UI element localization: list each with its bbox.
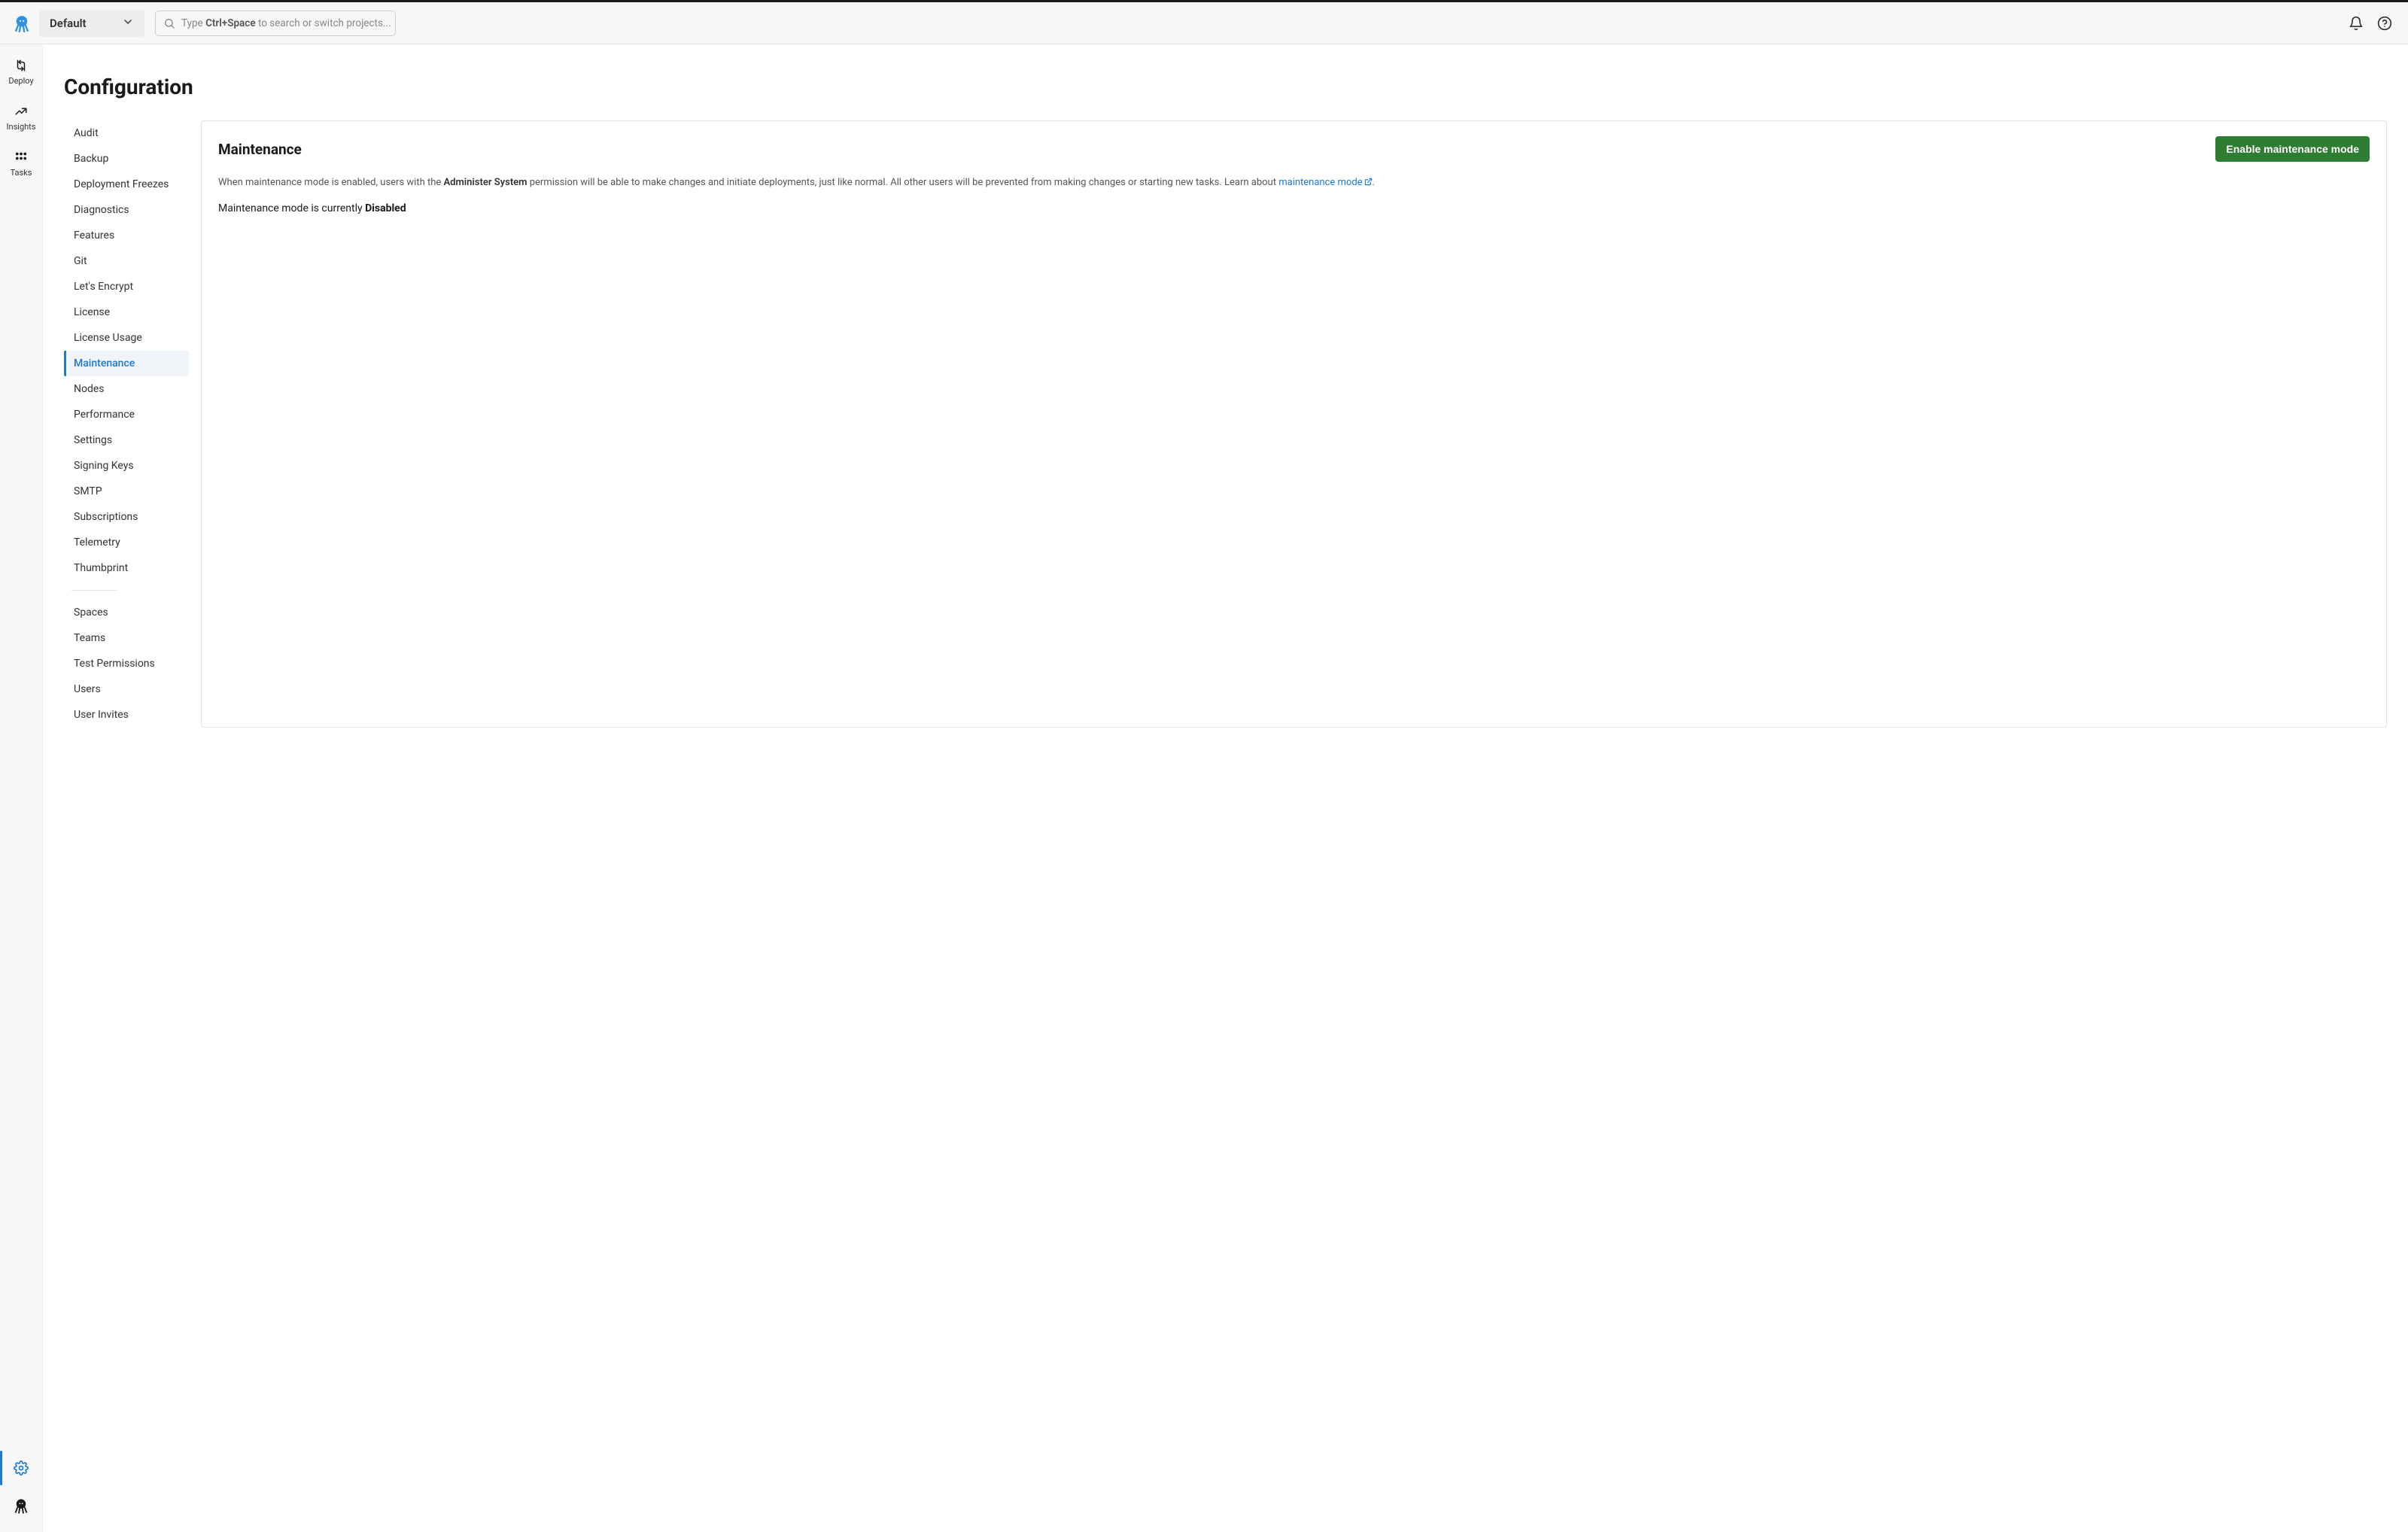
rail-item-user[interactable] <box>0 1487 42 1524</box>
desc-text: When maintenance mode is enabled, users … <box>218 177 443 188</box>
rail-label: Deploy <box>8 76 33 86</box>
rail-item-tasks[interactable]: Tasks <box>0 150 42 178</box>
config-nav-item-telemetry[interactable]: Telemetry <box>64 530 189 555</box>
config-nav-item-spaces[interactable]: Spaces <box>64 600 189 625</box>
rail-item-configuration[interactable] <box>0 1449 42 1487</box>
config-nav-item-features[interactable]: Features <box>64 223 189 248</box>
nav-divider <box>71 590 117 591</box>
config-nav-item-teams[interactable]: Teams <box>64 625 189 651</box>
enable-maintenance-button[interactable]: Enable maintenance mode <box>2215 136 2370 162</box>
config-nav-item-users[interactable]: Users <box>64 676 189 702</box>
status-prefix: Maintenance mode is currently <box>218 202 365 214</box>
desc-bold: Administer System <box>443 177 527 188</box>
maintenance-mode-link[interactable]: maintenance mode <box>1278 177 1372 188</box>
maintenance-panel: Maintenance Enable maintenance mode When… <box>201 120 2387 728</box>
maintenance-status: Maintenance mode is currently Disabled <box>218 202 2370 214</box>
panel-title: Maintenance <box>218 141 302 158</box>
main-content: Configuration AuditBackupDeployment Free… <box>42 44 2408 1532</box>
config-nav-item-user-invites[interactable]: User Invites <box>64 702 189 728</box>
topbar: Default Type Ctrl+Space to search or swi… <box>0 2 2408 44</box>
config-nav-item-nodes[interactable]: Nodes <box>64 376 189 402</box>
left-rail: Deploy Insights Tasks <box>0 44 42 1532</box>
help-button[interactable] <box>2370 9 2399 38</box>
search-icon <box>163 17 175 29</box>
config-nav-item-license[interactable]: License <box>64 299 189 325</box>
config-nav-item-signing-keys[interactable]: Signing Keys <box>64 453 189 479</box>
status-value: Disabled <box>365 202 406 214</box>
config-nav-item-thumbprint[interactable]: Thumbprint <box>64 555 189 581</box>
desc-text: permission will be able to make changes … <box>527 177 1278 188</box>
deploy-icon <box>14 58 28 73</box>
search-placeholder: Type Ctrl+Space to search or switch proj… <box>181 17 391 29</box>
app-logo[interactable] <box>9 11 35 36</box>
config-nav-item-deployment-freezes[interactable]: Deployment Freezes <box>64 172 189 197</box>
config-nav-item-subscriptions[interactable]: Subscriptions <box>64 504 189 530</box>
page-title: Configuration <box>64 74 2387 99</box>
config-nav-item-let-s-encrypt[interactable]: Let's Encrypt <box>64 274 189 299</box>
config-nav-item-performance[interactable]: Performance <box>64 402 189 427</box>
insights-icon <box>14 104 28 119</box>
gear-icon <box>14 1461 29 1476</box>
chevron-down-icon <box>122 16 134 31</box>
link-text: maintenance mode <box>1278 177 1362 188</box>
help-icon <box>2377 16 2392 31</box>
config-nav: AuditBackupDeployment FreezesDiagnostics… <box>64 120 189 728</box>
config-nav-item-diagnostics[interactable]: Diagnostics <box>64 197 189 223</box>
user-avatar-icon <box>12 1497 30 1515</box>
config-nav-item-settings[interactable]: Settings <box>64 427 189 453</box>
config-nav-item-smtp[interactable]: SMTP <box>64 479 189 504</box>
rail-label: Tasks <box>11 168 32 178</box>
config-nav-item-license-usage[interactable]: License Usage <box>64 325 189 351</box>
panel-description: When maintenance mode is enabled, users … <box>218 175 2370 192</box>
config-nav-item-backup[interactable]: Backup <box>64 146 189 172</box>
rail-item-insights[interactable]: Insights <box>0 104 42 132</box>
space-switcher[interactable]: Default <box>39 10 144 37</box>
tasks-icon <box>14 150 28 165</box>
bell-icon <box>2349 16 2364 31</box>
octopus-logo-icon <box>12 14 32 33</box>
rail-item-deploy[interactable]: Deploy <box>0 58 42 86</box>
space-name: Default <box>50 17 87 30</box>
search-input[interactable]: Type Ctrl+Space to search or switch proj… <box>155 11 396 36</box>
search-text-suffix: to search or switch projects... <box>256 17 391 29</box>
external-link-icon <box>1364 176 1373 192</box>
rail-label: Insights <box>7 122 36 132</box>
search-shortcut: Ctrl+Space <box>205 17 256 29</box>
config-nav-item-maintenance[interactable]: Maintenance <box>64 351 189 376</box>
search-text-prefix: Type <box>181 17 205 29</box>
config-nav-item-audit[interactable]: Audit <box>64 120 189 146</box>
desc-text: . <box>1373 177 1375 188</box>
notifications-button[interactable] <box>2342 9 2370 38</box>
config-nav-item-git[interactable]: Git <box>64 248 189 274</box>
config-nav-item-test-permissions[interactable]: Test Permissions <box>64 651 189 676</box>
